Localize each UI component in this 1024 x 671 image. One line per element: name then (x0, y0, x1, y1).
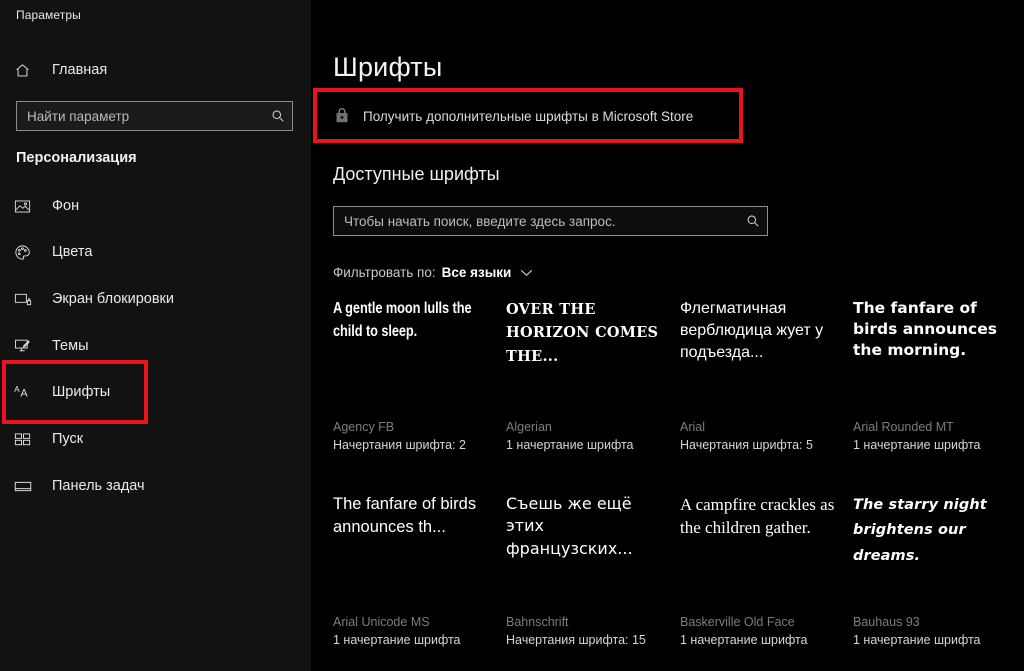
font-sample-text: The starry night brightens our dreams. (853, 497, 987, 564)
font-name: Bauhaus 93 (853, 615, 920, 629)
font-name: Bahnschrift (506, 615, 569, 629)
window-title: Параметры (16, 8, 81, 22)
font-sample-text: A gentle moon lulls the child to sleep. (333, 300, 472, 340)
font-card[interactable]: Флегматичная верблюдица жует у подъезда.… (680, 298, 838, 455)
store-link-label: Получить дополнительные шрифты в Microso… (363, 108, 694, 124)
sidebar-item-start[interactable]: Пуск (0, 419, 311, 459)
sidebar-item-colors-label: Цвета (52, 244, 93, 260)
store-bag-icon (333, 107, 351, 125)
search-icon[interactable] (264, 109, 292, 123)
palette-icon (14, 242, 40, 262)
sidebar-item-home[interactable]: Главная (0, 50, 311, 90)
font-card[interactable]: A campfire crackles as the children gath… (680, 493, 838, 650)
sidebar-item-background-label: Фон (52, 198, 80, 214)
font-sample-text: Съешь же ещё этих французских... (506, 494, 633, 558)
svg-text:A: A (20, 387, 28, 399)
font-card[interactable]: The fanfare of birds announces the morni… (853, 298, 1011, 455)
store-link[interactable]: Получить дополнительные шрифты в Microso… (321, 100, 705, 132)
titlebar: Параметры (0, 0, 311, 32)
font-face-count: Начертания шрифта: 15 (506, 633, 646, 648)
sidebar-item-home-label: Главная (52, 62, 108, 78)
sidebar-item-fonts-label: Шрифты (52, 384, 111, 400)
sidebar-item-taskbar-label: Панель задач (52, 478, 145, 494)
font-card[interactable]: A gentle moon lulls the child to sleep. … (333, 298, 491, 455)
filter-by-value[interactable]: Все языки (442, 265, 512, 280)
font-name: Baskerville Old Face (680, 615, 795, 629)
font-name: Arial Unicode MS (333, 615, 430, 629)
sidebar-item-background[interactable]: Фон (0, 186, 311, 226)
font-face-count: 1 начертание шрифта (853, 633, 981, 648)
font-face-count: Начертания шрифта: 2 (333, 438, 466, 453)
font-face-count: 1 начертание шрифта (680, 633, 808, 648)
font-grid: A gentle moon lulls the child to sleep. … (333, 298, 1024, 671)
font-card[interactable]: Съешь же ещё этих французских... Bahnsch… (506, 493, 664, 650)
lockscreen-icon (14, 289, 40, 309)
filter-by-label: Фильтровать по: (333, 265, 436, 280)
available-fonts-header: Доступные шрифты (333, 164, 500, 184)
taskbar-icon (14, 476, 40, 496)
start-icon (14, 429, 40, 449)
fonts-icon: A A (14, 382, 40, 402)
font-card[interactable]: OVER THE HORIZON COMES THE... Algerian 1… (506, 298, 664, 455)
themes-icon (14, 336, 40, 356)
sidebar-item-colors[interactable]: Цвета (0, 232, 311, 272)
font-grid-row: The fanfare of birds announces th... Ari… (333, 493, 1024, 671)
font-sample-text: OVER THE HORIZON COMES THE... (506, 301, 659, 365)
sidebar-item-themes[interactable]: Темы (0, 326, 311, 366)
settings-search-box[interactable] (16, 101, 293, 131)
filter-by-control[interactable]: Фильтровать по: Все языки (333, 265, 533, 280)
font-grid-row: A gentle moon lulls the child to sleep. … (333, 298, 1024, 493)
svg-text:A: A (14, 385, 20, 394)
home-icon (14, 60, 40, 80)
font-sample-text: The fanfare of birds announces th... (333, 495, 477, 537)
page-title: Шрифты (333, 52, 443, 82)
sidebar-section-header: Персонализация (16, 150, 137, 166)
font-card[interactable]: The fanfare of birds announces th... Ari… (333, 493, 491, 650)
font-sample-text: A campfire crackles as the children gath… (680, 495, 835, 538)
sidebar-item-themes-label: Темы (52, 338, 89, 354)
font-name: Arial Rounded MT (853, 420, 954, 434)
sidebar-item-lockscreen-label: Экран блокировки (52, 291, 174, 307)
font-name: Agency FB (333, 420, 395, 434)
sidebar-item-fonts[interactable]: A A Шрифты (0, 372, 311, 412)
picture-icon (14, 196, 40, 216)
settings-window: Параметры Главная Персонализация (0, 0, 1024, 671)
font-name: Algerian (506, 420, 552, 434)
font-face-count: 1 начертание шрифта (853, 438, 981, 453)
sidebar-item-taskbar[interactable]: Панель задач (0, 466, 311, 506)
font-face-count: 1 начертание шрифта (506, 438, 634, 453)
main-content: Шрифты Получить дополнительные шрифты в … (311, 0, 1024, 671)
font-search-input[interactable] (334, 207, 739, 235)
search-input[interactable] (17, 102, 264, 130)
search-icon[interactable] (739, 214, 767, 228)
sidebar: Параметры Главная Персонализация (0, 0, 311, 671)
chevron-down-icon[interactable] (520, 269, 533, 277)
font-card[interactable]: The starry night brightens our dreams. B… (853, 493, 1011, 650)
font-sample-text: The fanfare of birds announces the morni… (853, 299, 997, 360)
sidebar-item-lockscreen[interactable]: Экран блокировки (0, 279, 311, 319)
font-face-count: Начертания шрифта: 5 (680, 438, 813, 453)
font-name: Arial (680, 420, 706, 434)
font-search-box[interactable] (333, 206, 768, 236)
sidebar-item-start-label: Пуск (52, 431, 84, 447)
font-face-count: 1 начертание шрифта (333, 633, 461, 648)
font-sample-text: Флегматичная верблюдица жует у подъезда.… (680, 300, 824, 362)
